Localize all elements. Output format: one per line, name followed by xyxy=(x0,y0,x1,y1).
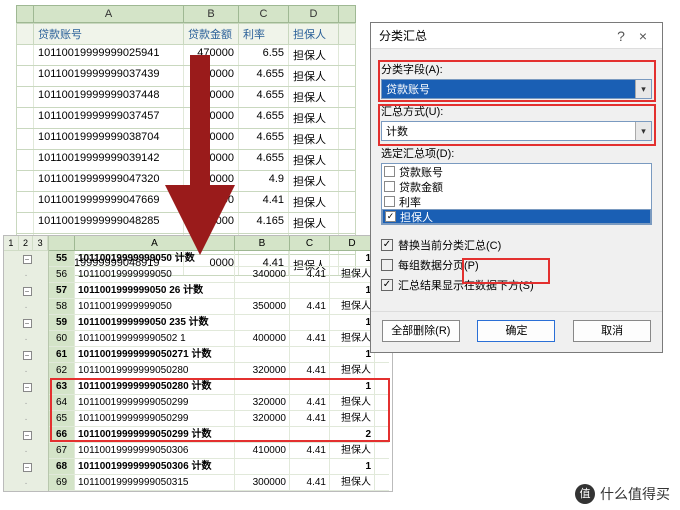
function-label: 汇总方式(U): xyxy=(381,103,652,119)
outline-toggle[interactable]: · xyxy=(4,331,48,347)
col-letters: A B C D xyxy=(16,5,356,23)
outline-toggle[interactable]: · xyxy=(4,395,48,411)
table-row[interactable]: 65101100199999990502993200004.41担保人 xyxy=(49,411,389,427)
close-icon[interactable]: × xyxy=(632,28,654,44)
table-row[interactable]: 62101100199999990502803200004.41担保人 xyxy=(49,363,389,379)
outline-toggle[interactable]: · xyxy=(4,411,48,427)
header-row: 贷款账号 贷款金额 利率 担保人 xyxy=(16,23,356,45)
outline-toggle[interactable]: − xyxy=(4,315,48,331)
arrow-annotation xyxy=(165,55,235,255)
table-row[interactable]: 69101100199999990503153000004.41担保人 xyxy=(49,475,389,491)
table-row[interactable]: 64101100199999990502993200004.41担保人 xyxy=(49,395,389,411)
groupby-label: 分类字段(A): xyxy=(381,61,652,77)
table-row[interactable]: 591011001999999050 235 计数1 xyxy=(49,315,389,331)
list-item[interactable]: 贷款金额 xyxy=(382,179,651,194)
table-row[interactable]: 58101100199999990503500004.41担保人 xyxy=(49,299,389,315)
list-item[interactable]: 利率 xyxy=(382,194,651,209)
outline-toggle[interactable]: − xyxy=(4,251,48,267)
outline-toggle[interactable]: − xyxy=(4,283,48,299)
table-row[interactable]: 60101100199999990502 14000004.41担保人 xyxy=(49,331,389,347)
summary-below-checkbox[interactable]: ✓汇总结果显示在数据下方(S) xyxy=(381,277,652,293)
watermark: 值什么值得买 xyxy=(575,484,670,504)
table-row[interactable]: 6810110019999999050306 计数1 xyxy=(49,459,389,475)
outline-toggle[interactable]: − xyxy=(4,427,48,443)
table-row[interactable]: 6310110019999999050280 计数1 xyxy=(49,379,389,395)
chevron-down-icon[interactable]: ▾ xyxy=(635,122,651,140)
table-row[interactable]: 6110110019999999050271 计数1 xyxy=(49,347,389,363)
outline-toggle[interactable]: − xyxy=(4,379,48,395)
pagebreak-checkbox[interactable]: 每组数据分页(P) xyxy=(381,257,652,273)
help-icon[interactable]: ? xyxy=(610,28,632,44)
list-item[interactable]: ✓担保人 xyxy=(382,209,651,224)
chevron-down-icon[interactable]: ▾ xyxy=(635,80,651,98)
table-row[interactable]: 67101100199999990503064100004.41担保人 xyxy=(49,443,389,459)
cancel-button[interactable]: 取消 xyxy=(573,320,651,342)
replace-checkbox[interactable]: ✓替换当前分类汇总(C) xyxy=(381,237,652,253)
outline-pane[interactable]: 1 2 3 −·−·−·−·−··−·−· xyxy=(4,236,49,491)
outline-toggle[interactable]: · xyxy=(4,267,48,283)
dialog-title: 分类汇总 xyxy=(379,27,610,44)
table-row[interactable]: 56101100199999990503400004.41担保人 xyxy=(49,267,389,283)
function-select[interactable]: 计数▾ xyxy=(381,121,652,141)
groupby-select[interactable]: 贷款账号▾ xyxy=(381,79,652,99)
outline-toggle[interactable]: − xyxy=(4,347,48,363)
outline-toggle[interactable]: · xyxy=(4,363,48,379)
outline-toggle[interactable]: − xyxy=(4,459,48,475)
outline-toggle[interactable]: · xyxy=(4,299,48,315)
outline-toggle[interactable]: · xyxy=(4,443,48,459)
table-row[interactable]: 6610110019999999050299 计数2 xyxy=(49,427,389,443)
subtotal-dialog: 分类汇总 ? × 分类字段(A): 贷款账号▾ 汇总方式(U): 计数▾ 选定汇… xyxy=(370,22,663,353)
subtotal-items-list[interactable]: 贷款账号贷款金额利率✓担保人 xyxy=(381,163,652,225)
bottom-grid: 1 2 3 −·−·−·−·−··−·−· A B C D 5510110019… xyxy=(3,235,393,492)
table-row[interactable]: 571011001999999050 26 计数1 xyxy=(49,283,389,299)
subtotal-items-label: 选定汇总项(D): xyxy=(381,145,652,161)
remove-all-button[interactable]: 全部删除(R) xyxy=(382,320,460,342)
dialog-titlebar[interactable]: 分类汇总 ? × xyxy=(371,23,662,49)
outline-toggle[interactable]: · xyxy=(4,475,48,491)
list-item[interactable]: 贷款账号 xyxy=(382,164,651,179)
ok-button[interactable]: 确定 xyxy=(477,320,555,342)
outline-levels: 1 2 3 xyxy=(4,236,48,251)
